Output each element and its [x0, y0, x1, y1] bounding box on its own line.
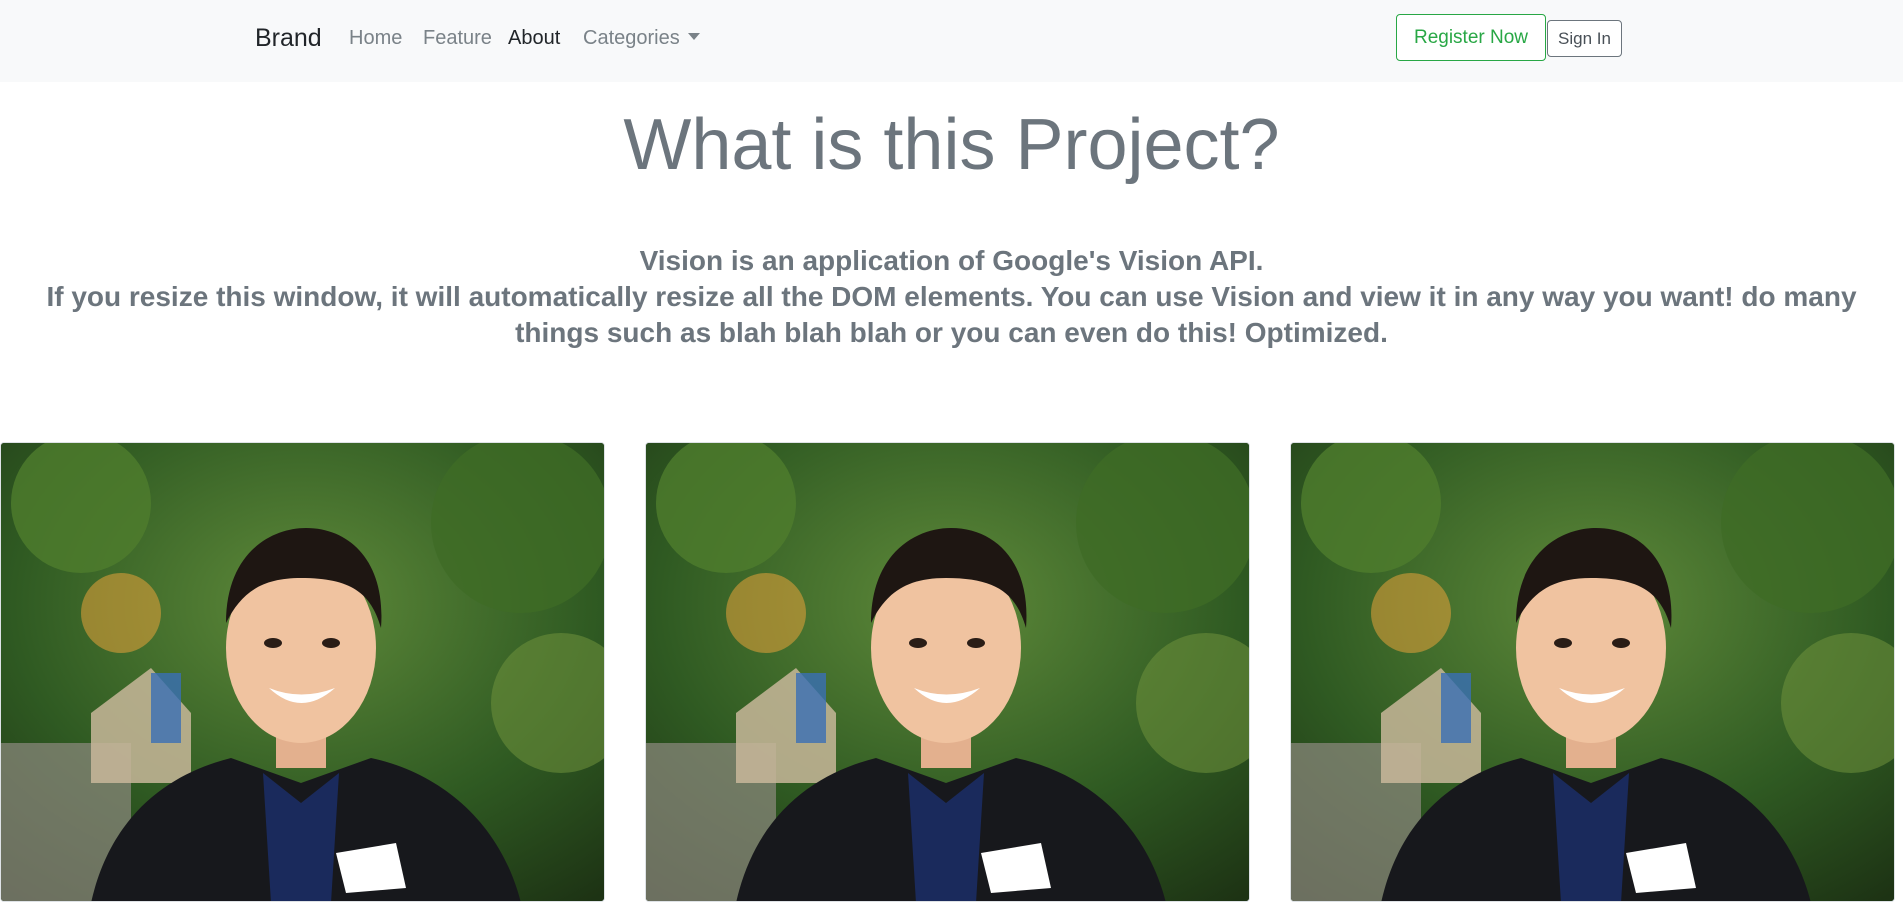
navbar: Brand Home Feature About Categories Regi…: [0, 0, 1903, 82]
portrait-photo: [646, 443, 1249, 901]
hero-line-1: Vision is an application of Google's Vis…: [639, 245, 1264, 276]
hero-description: Vision is an application of Google's Vis…: [20, 243, 1883, 351]
profile-card-2: [645, 442, 1250, 902]
hero-line-2: If you resize this window, it will autom…: [46, 281, 1857, 312]
profile-card-3: [1290, 442, 1895, 902]
profile-card-1: [0, 442, 605, 902]
sign-in-button[interactable]: Sign In: [1547, 20, 1622, 57]
nav-link-categories-label: Categories: [583, 27, 680, 49]
page-title: What is this Project?: [623, 105, 1280, 185]
portrait-photo: [1291, 443, 1894, 901]
nav-link-feature[interactable]: Feature: [423, 22, 492, 54]
nav-link-categories-dropdown[interactable]: Categories: [583, 22, 700, 54]
register-now-button[interactable]: Register Now: [1396, 14, 1546, 61]
hero-line-3: things such as blah blah blah or you can…: [515, 317, 1388, 348]
brand-link[interactable]: Brand: [255, 20, 322, 56]
portrait-photo: [1, 443, 604, 901]
chevron-down-icon: [687, 33, 700, 41]
nav-link-home[interactable]: Home: [349, 22, 402, 54]
nav-link-about[interactable]: About: [508, 22, 560, 54]
